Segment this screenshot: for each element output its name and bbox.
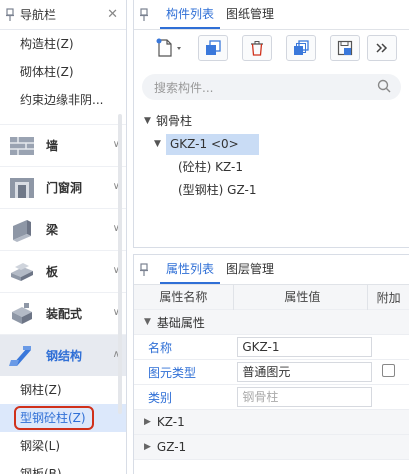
nav-category-slab[interactable]: 板 ∨ [0,250,126,292]
nav-category-beam[interactable]: 梁 ∨ [0,208,126,250]
nav-category-label: 板 [46,265,59,279]
beam-icon [8,216,36,244]
tab-drawing-management[interactable]: 图纸管理 [220,0,280,29]
nav-category-label: 钢结构 [46,349,83,363]
nav-scrollbar[interactable] [118,114,122,414]
property-key: 名称 [148,340,173,355]
caret-down-icon[interactable]: ▼ [154,133,166,156]
new-component-button[interactable] [148,35,188,61]
tab-component-list[interactable]: 构件列表 [160,0,221,29]
tree-node-label: 钢骨柱 [156,114,193,128]
duplicate-to-floor-button[interactable] [286,35,316,61]
component-search-input[interactable]: 搜索构件... [142,74,401,100]
header-property-value: 属性值 [234,284,369,310]
nav-sub-steel-beam[interactable]: 钢梁(L) [0,432,126,460]
property-group-label: KZ-1 [156,415,185,429]
property-group-gz[interactable]: ▶ GZ-1 [134,435,409,460]
component-toolbar [134,30,409,66]
nav-category-prefab[interactable]: 装配式 ∨ [0,292,126,334]
caret-right-icon[interactable]: ▶ [144,442,151,452]
property-key: 类别 [148,390,173,405]
header-property-name: 属性名称 [134,284,234,310]
tree-node-child[interactable]: (砼柱) KZ-1 [144,156,409,179]
wall-icon [8,132,36,160]
tree-node-selected[interactable]: ▼ GKZ-1 <0> [144,133,409,156]
nav-category-label: 门窗洞 [46,181,83,195]
header-additional: 附加 [376,290,401,305]
more-tools-button[interactable] [367,35,397,61]
nav-category-label: 装配式 [46,307,83,321]
property-table: 属性名称 属性值 附加 ▼ 基础属性 名称 GKZ-1 图元类型 普通图元 类别… [134,284,409,460]
property-row-element-type: 图元类型 普通图元 [134,360,409,385]
navigation-header: 导航栏 ✕ [0,0,126,30]
search-placeholder: 搜索构件... [154,80,214,95]
nav-category-steel-structure[interactable]: 钢结构 ∧ [0,334,126,376]
pin-icon[interactable] [4,7,16,23]
nav-sub-steel-column[interactable]: 钢柱(Z) [0,376,126,404]
nav-link-masonry-column[interactable]: 砌体柱(Z) [0,58,126,86]
pin-icon[interactable] [138,7,150,23]
property-table-header: 属性名称 属性值 附加 [134,284,409,310]
tree-node-label: (砼柱) KZ-1 [178,160,244,174]
pin-icon[interactable] [138,262,150,278]
additional-checkbox[interactable] [382,364,396,377]
navigation-title: 导航栏 [20,8,57,22]
slab-icon [8,258,36,286]
property-value-readonly: 钢骨柱 [237,387,373,407]
tab-layer-management[interactable]: 图层管理 [220,254,280,284]
property-row-category: 类别 钢骨柱 [134,385,409,410]
property-group-label: GZ-1 [156,440,187,454]
property-group-basic[interactable]: ▼ 基础属性 [134,310,409,335]
property-value-input[interactable]: GKZ-1 [237,337,373,357]
nav-sub-steel-reinforced-concrete-column[interactable]: 型钢砼柱(Z) [0,404,126,432]
nav-sub-steel-plate[interactable]: 钢板(B) [0,460,126,474]
close-icon[interactable]: ✕ [107,8,118,22]
property-group-label: 基础属性 [156,315,205,330]
steel-structure-icon [8,342,36,370]
nav-category-wall[interactable]: 墙 ∨ [0,124,126,166]
caret-right-icon[interactable]: ▶ [144,417,151,427]
tree-node-label: (型钢柱) GZ-1 [178,183,257,197]
tree-node-root[interactable]: ▼ 钢骨柱 [144,110,409,133]
property-row-name: 名称 GKZ-1 [134,335,409,360]
caret-down-icon[interactable]: ▼ [144,317,151,327]
prefab-icon [8,300,36,328]
highlight-box [14,406,94,430]
component-tabs: 构件列表 图纸管理 [134,0,409,30]
copy-component-button[interactable] [198,35,228,61]
caret-down-icon[interactable]: ▼ [144,110,156,133]
property-value-input[interactable]: 普通图元 [237,362,373,382]
navigation-panel: 导航栏 ✕ 构造柱(Z) 砌体柱(Z) 约束边缘非阴... 墙 ∨ 门窗洞 ∨ … [0,0,127,474]
nav-category-label: 墙 [46,139,59,153]
tree-node-child[interactable]: (型钢柱) GZ-1 [144,179,409,202]
property-key: 图元类型 [148,365,197,380]
door-window-icon [8,174,36,202]
property-tabs: 属性列表 图层管理 [134,255,409,285]
property-group-kz[interactable]: ▶ KZ-1 [134,410,409,435]
search-icon[interactable] [377,79,391,96]
nav-category-door-window[interactable]: 门窗洞 ∨ [0,166,126,208]
component-list-panel: 构件列表 图纸管理 搜索构件... ▼ 钢骨柱 ▼ GKZ-1 <0> (砼柱)… [133,0,409,248]
tree-node-label: GKZ-1 <0> [166,134,259,155]
save-component-button[interactable] [330,35,360,61]
nav-link-construction-column[interactable]: 构造柱(Z) [0,30,126,58]
tab-property-list[interactable]: 属性列表 [160,254,221,284]
property-panel: 属性列表 图层管理 属性名称 属性值 附加 ▼ 基础属性 名称 GKZ-1 图元… [133,254,409,474]
delete-component-button[interactable] [242,35,272,61]
nav-link-edge-member[interactable]: 约束边缘非阴... [0,86,126,114]
component-tree: ▼ 钢骨柱 ▼ GKZ-1 <0> (砼柱) KZ-1 (型钢柱) GZ-1 [134,110,409,202]
nav-category-label: 梁 [46,223,59,237]
